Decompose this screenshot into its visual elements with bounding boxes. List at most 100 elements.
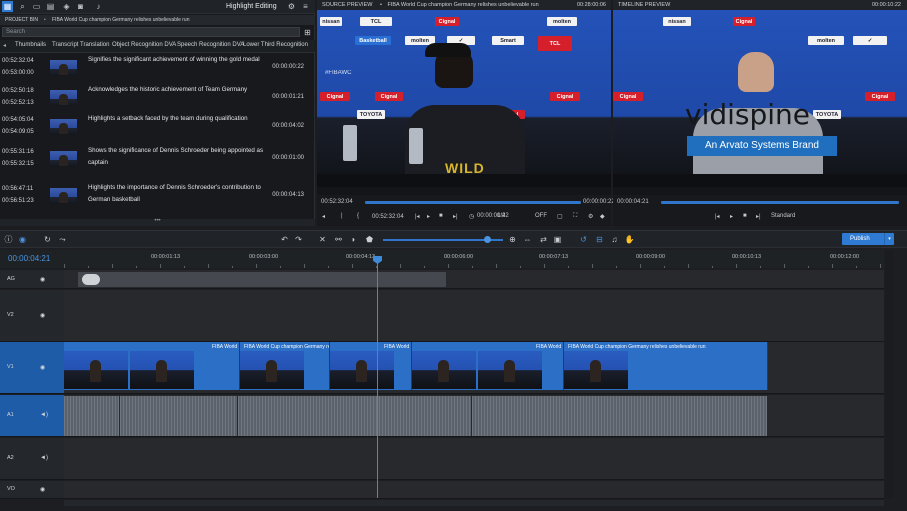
razor-icon[interactable]: ⚯: [333, 234, 344, 245]
video-clip[interactable]: FIBA World: [412, 342, 564, 390]
split-icon[interactable]: ◗: [348, 234, 359, 245]
track-header-vo[interactable]: VO ◉: [0, 481, 64, 499]
eye-icon[interactable]: ◉: [40, 276, 45, 283]
mic-icon[interactable]: ♪: [93, 1, 104, 12]
audio-clip-waveform[interactable]: [472, 396, 767, 436]
video-clip[interactable]: FIBA World Cup champion Germany relishes…: [564, 342, 768, 390]
tab-speech-recognition[interactable]: Speech Recognition DVA: [177, 42, 244, 48]
undo-icon[interactable]: ↶: [279, 234, 290, 245]
tp-header: TIMELINE PREVIEW 00:00:10:22: [613, 0, 907, 10]
video-clip[interactable]: FIBA World: [330, 342, 412, 390]
zoom-slider-knob[interactable]: [484, 236, 491, 243]
loop-icon[interactable]: ◷: [469, 213, 474, 220]
fullscreen-icon[interactable]: ⛶: [573, 213, 577, 220]
video-clip[interactable]: FIBA World Cup champion Germany relishes…: [240, 342, 330, 390]
track-lane-v1[interactable]: FIBA World FIBA World Cup champion German…: [64, 342, 884, 394]
audio-clip-waveform[interactable]: [64, 396, 119, 436]
info-icon[interactable]: ⓘ: [3, 234, 14, 245]
snap-icon[interactable]: ◉: [17, 234, 28, 245]
film-icon[interactable]: ▤: [45, 1, 56, 12]
vertical-scrollbar[interactable]: [885, 250, 893, 498]
audio-clip-waveform[interactable]: [238, 396, 471, 436]
eye-icon[interactable]: ◉: [40, 364, 45, 371]
eye-icon[interactable]: ◉: [40, 486, 45, 493]
tp-stop-icon[interactable]: ■: [743, 213, 747, 219]
tp-step-back-icon[interactable]: |◂: [715, 213, 720, 220]
tp-mode[interactable]: Standard: [771, 213, 795, 219]
camera-icon[interactable]: ◙: [75, 1, 86, 12]
shield-icon[interactable]: ◈: [61, 1, 72, 12]
grid-view-icon[interactable]: ⊞: [302, 27, 313, 38]
source-marker-icon[interactable]: ◆: [600, 213, 605, 220]
redo-icon[interactable]: ↷: [293, 234, 304, 245]
item-in-tc: 00:52:32:04: [2, 58, 34, 64]
menu-icon[interactable]: ≡: [300, 1, 311, 12]
audio-toggle[interactable]: OFF: [535, 213, 547, 219]
logo-tcl-2: TCL: [538, 36, 572, 51]
source-mark-out-icon[interactable]: {: [357, 213, 359, 219]
safe-area-icon[interactable]: ▢: [557, 213, 563, 220]
step-fwd-icon[interactable]: ▸|: [453, 213, 458, 220]
source-settings-icon[interactable]: ⚙: [588, 213, 593, 220]
hand-icon[interactable]: ✋: [624, 234, 635, 245]
lock-icon[interactable]: ⊟: [594, 234, 605, 245]
bin-list-item[interactable]: 00:56:47:11 00:56:51:23 Highlights the imp…: [0, 183, 312, 218]
source-mark-in-icon[interactable]: |: [341, 213, 343, 219]
audio-follow-icon[interactable]: ♫: [609, 234, 620, 245]
tab-object-recognition[interactable]: Object Recognition DVA: [112, 42, 176, 48]
eye-icon[interactable]: ◉: [40, 312, 45, 319]
source-video[interactable]: nissan TCL Cignal molten molten ✓ Smart …: [317, 10, 611, 187]
track-lane-ag[interactable]: [64, 270, 884, 289]
refresh-icon[interactable]: ↻: [42, 234, 53, 245]
publish-dropdown-icon[interactable]: ▾: [884, 233, 894, 245]
zoom-in-icon[interactable]: ⊕: [507, 234, 518, 245]
ruler-tick: [880, 264, 881, 268]
track-header-ag[interactable]: AG ◉: [0, 270, 64, 289]
video-clip[interactable]: FIBA World: [64, 342, 240, 390]
sync-icon[interactable]: ↺: [578, 234, 589, 245]
collapse-icon[interactable]: ⇄: [538, 234, 549, 245]
graphic-clip[interactable]: [78, 272, 446, 287]
track-header-a1[interactable]: A1 ◄): [0, 395, 64, 437]
zoom-value[interactable]: 1/4: [497, 213, 505, 219]
tp-step-fwd-icon[interactable]: ▸|: [756, 213, 761, 220]
grid-icon[interactable]: ▦: [2, 1, 13, 12]
tab-thumbnails[interactable]: Thumbnails: [15, 42, 46, 48]
settings-icon[interactable]: ⚙: [286, 1, 297, 12]
track-lane-vo[interactable]: [64, 481, 884, 499]
speaker-icon[interactable]: ◄): [40, 412, 48, 418]
tab-prev-icon[interactable]: ◂: [3, 42, 6, 49]
search-input[interactable]: Search: [2, 27, 300, 37]
track-lane-a1[interactable]: [64, 395, 884, 437]
bin-list-item[interactable]: 00:54:05:04 00:54:09:05 Highlights a setba…: [0, 114, 312, 149]
bin-list-item[interactable]: 00:55:31:16 00:55:32:15 Shows the signific…: [0, 146, 312, 181]
cut-icon[interactable]: ✕: [317, 234, 328, 245]
publish-button[interactable]: Publish ▾: [842, 233, 894, 245]
fit-icon[interactable]: ▣: [552, 234, 563, 245]
track-header-v1[interactable]: V1 ◉: [0, 342, 64, 394]
stop-icon[interactable]: ■: [439, 213, 443, 219]
horizontal-scrollbar[interactable]: [64, 500, 884, 506]
search-icon[interactable]: ⌕: [17, 1, 28, 12]
time-ruler[interactable]: 00:00:01:13 00:00:03:00 00:00:04:13 00:00:0…: [64, 250, 884, 268]
panel-resize-handle[interactable]: •••: [0, 218, 315, 226]
tp-video[interactable]: nissan Cignal molten ✓ Cignal Cignal TOY…: [613, 10, 907, 187]
speaker-icon[interactable]: ◄): [40, 455, 48, 461]
audio-clip-waveform[interactable]: [120, 396, 237, 436]
tab-transcript[interactable]: Transcript Translation: [52, 42, 109, 48]
source-prev-icon[interactable]: ◂: [322, 213, 325, 220]
track-lane-a2[interactable]: [64, 438, 884, 480]
marker-icon[interactable]: ⬟: [364, 234, 375, 245]
source-in-tc: 00:52:32:04: [372, 214, 404, 220]
link-icon[interactable]: ⤳: [57, 234, 68, 245]
folder-icon[interactable]: ▭: [31, 1, 42, 12]
tab-lower-third[interactable]: Lower Third Recognition: [243, 42, 308, 48]
track-header-v2[interactable]: V2 ◉: [0, 290, 64, 342]
track-header-a2[interactable]: A2 ◄): [0, 438, 64, 480]
track-lane-v2[interactable]: [64, 290, 884, 342]
tp-logo-toyota: TOYOTA: [813, 110, 841, 119]
tp-play-icon[interactable]: ▸: [730, 213, 733, 220]
play-icon[interactable]: ▸: [427, 213, 430, 220]
step-back-icon[interactable]: |◂: [415, 213, 420, 220]
expand-icon[interactable]: ⇔: [522, 234, 533, 245]
